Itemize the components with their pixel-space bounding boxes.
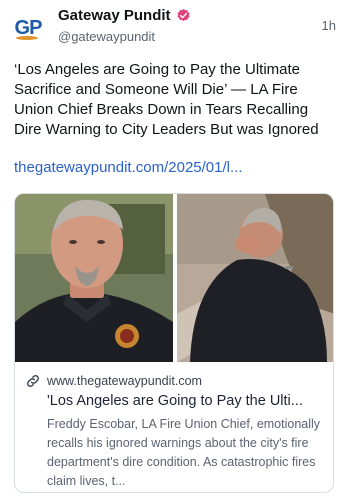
link-domain-row: www.thegatewaypundit.com <box>25 372 325 390</box>
post-link[interactable]: thegatewaypundit.com/2025/01/l... <box>14 158 338 178</box>
post-timestamp[interactable]: 1h <box>322 18 336 33</box>
post-header: GP Gateway Pundit @gatewaypundit 1h <box>10 6 338 46</box>
display-name[interactable]: Gateway Pundit <box>58 7 171 24</box>
link-preview-image[interactable] <box>15 194 333 362</box>
link-domain: www.thegatewaypundit.com <box>47 374 202 388</box>
avatar-swoosh-icon <box>16 36 38 40</box>
user-handle[interactable]: @gatewaypundit <box>58 29 155 44</box>
link-preview-body: www.thegatewaypundit.com 'Los Angeles ar… <box>15 362 333 492</box>
verified-badge-icon <box>176 8 191 23</box>
link-preview-description: Freddy Escobar, LA Fire Union Chief, emo… <box>47 417 321 488</box>
avatar[interactable]: GP <box>10 10 46 46</box>
post-body-text: ‘Los Angeles are Going to Pay the Ultima… <box>14 61 319 138</box>
link-preview-title[interactable]: 'Los Angeles are Going to Pay the Ulti..… <box>47 392 323 411</box>
social-post[interactable]: GP Gateway Pundit @gatewaypundit 1h ‘Los… <box>0 0 348 500</box>
name-row: Gateway Pundit <box>58 7 191 24</box>
link-icon <box>25 373 41 389</box>
link-preview-card[interactable]: www.thegatewaypundit.com 'Los Angeles ar… <box>14 193 334 493</box>
